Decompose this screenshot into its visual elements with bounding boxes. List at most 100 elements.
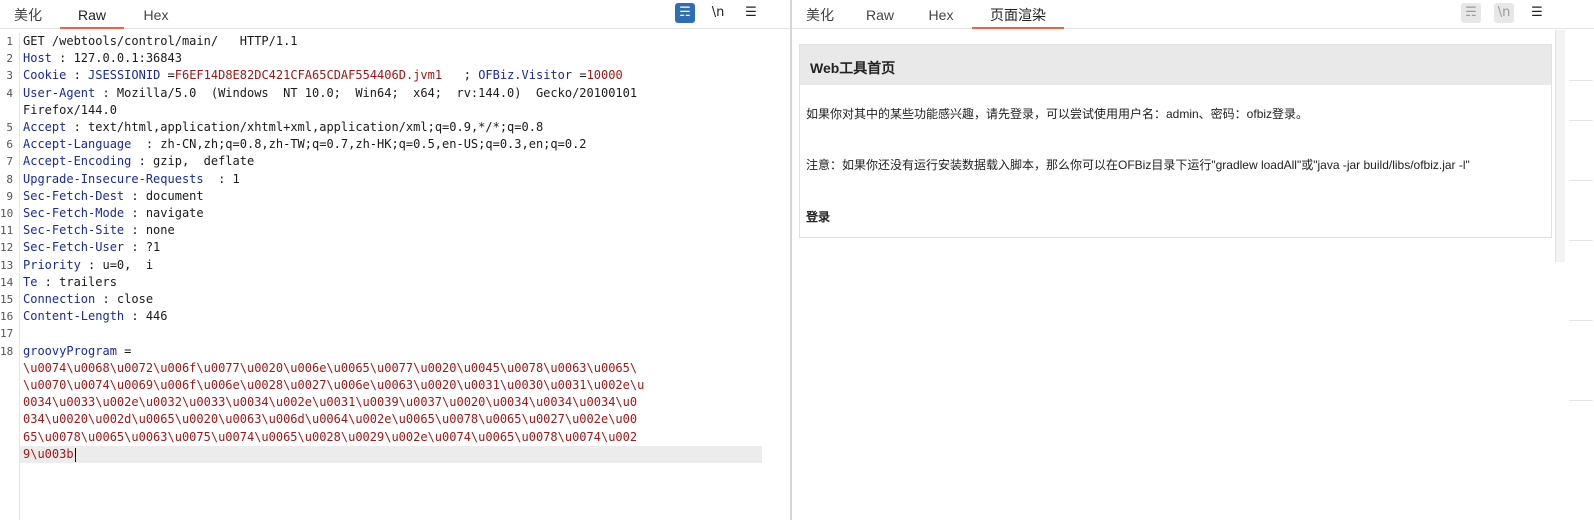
line-number: 3 <box>6 69 13 82</box>
tab-raw[interactable]: Raw <box>852 0 908 28</box>
line-number: 14 <box>0 276 14 289</box>
token-cname: OFBiz.Visitor <box>478 68 573 82</box>
response-tab-bar: 美化 Raw Hex 页面渲染 ☴ \n ☰ <box>792 0 1594 29</box>
line-number: 12 <box>0 241 14 254</box>
token-text: : navigate <box>124 206 204 220</box>
raw-request-editor[interactable]: 1 2 3 4 5 6 7 8 9 10 11 12 13 14 15 16 17 18 GET /webtool… <box>0 33 790 520</box>
token-text: GET /webtools/control/main/ HTTP/1.1 <box>23 34 298 48</box>
token-text: : <box>66 68 89 82</box>
code-line[interactable]: Priority : u=0, i <box>23 257 153 274</box>
code-line[interactable]: Sec-Fetch-Mode : navigate <box>23 205 204 222</box>
token-text: : 1 <box>203 172 240 186</box>
code-line[interactable]: Sec-Fetch-Dest : document <box>23 188 204 205</box>
show-newlines-button[interactable]: \n <box>708 3 728 23</box>
page-title: Web工具首页 <box>810 60 896 76</box>
token-text: : document <box>124 189 204 203</box>
code-line[interactable]: User-Agent : Mozilla/5.0 (Windows NT 10.… <box>23 85 637 102</box>
token-text: : text/html,application/xhtml+xml,applic… <box>66 120 544 134</box>
code-line[interactable]: Host : 127.0.0.1:36843 <box>23 50 182 67</box>
line-number: 13 <box>0 259 14 272</box>
code-line[interactable]: Cookie : JSESSIONID =F6EF14D8E82DC421CFA… <box>23 67 623 84</box>
token-text: : Mozilla/5.0 (Windows NT 10.0; Win64; x… <box>95 86 638 100</box>
line-number <box>0 429 13 446</box>
code-line[interactable]: 034\u0020\u002d\u0065\u0020\u0063\u006d\… <box>23 411 637 428</box>
token-red: \u0074\u0068\u0072\u006f\u0077\u0020\u00… <box>23 361 638 375</box>
token-hname: Sec-Fetch-User <box>23 240 125 254</box>
response-render-pane: 美化 Raw Hex 页面渲染 ☴ \n ☰ Web工具首页 如果你对其中的某些… <box>791 0 1594 520</box>
token-red: 65\u0078\u0065\u0063\u0075\u0074\u0065\u… <box>23 430 638 444</box>
token-hname: Priority <box>23 258 81 272</box>
code-line[interactable]: Sec-Fetch-User : ?1 <box>23 239 160 256</box>
token-hname: Sec-Fetch-Mode <box>23 206 125 220</box>
token-text: : trailers <box>37 275 117 289</box>
token-text: ; <box>442 68 479 82</box>
code-line[interactable]: Te : trailers <box>23 274 117 291</box>
tab-pretty[interactable]: 美化 <box>4 0 52 28</box>
menu-icon[interactable]: ☰ <box>741 3 761 23</box>
code-line[interactable]: Content-Length : 446 <box>23 308 168 325</box>
right-edge-dividers <box>1569 40 1593 460</box>
wrap-lines-icon[interactable]: ☴ <box>675 3 695 23</box>
code-line[interactable]: Sec-Fetch-Site : none <box>23 222 175 239</box>
token-text: : ?1 <box>124 240 161 254</box>
token-hname: Host <box>23 51 52 65</box>
line-number: 10 <box>0 207 14 220</box>
code-line[interactable]: Accept-Encoding : gzip, deflate <box>23 153 254 170</box>
token-red: \u0070\u0074\u0069\u006f\u006e\u0028\u00… <box>23 378 645 392</box>
token-hname: User-Agent <box>23 86 96 100</box>
line-number <box>0 360 13 377</box>
show-newlines-button[interactable]: \n <box>1494 3 1514 23</box>
text-caret <box>74 447 76 462</box>
token-hname: Sec-Fetch-Dest <box>23 189 125 203</box>
code-line[interactable]: GET /webtools/control/main/ HTTP/1.1 <box>23 33 298 50</box>
code-line[interactable]: 0034\u0033\u002e\u0032\u0033\u0034\u002e… <box>23 394 637 411</box>
token-hname: Accept <box>23 120 67 134</box>
code-line[interactable]: Firefox/144.0 <box>23 102 117 119</box>
token-text: : none <box>124 223 175 237</box>
login-hint-text: 如果你对其中的某些功能感兴趣，请先登录，可以尝试使用用户名：admin、密码：o… <box>806 107 1309 121</box>
token-text: : u=0, i <box>80 258 154 272</box>
code-line[interactable]: \u0070\u0074\u0069\u006f\u006e\u0028\u00… <box>23 377 644 394</box>
token-text: : gzip, deflate <box>131 154 255 168</box>
code-line[interactable]: Connection : close <box>23 291 153 308</box>
tab-page-render[interactable]: 页面渲染 <box>972 0 1064 29</box>
token-hname: Te <box>23 275 38 289</box>
token-text: : 127.0.0.1:36843 <box>51 51 182 65</box>
code-line[interactable]: 65\u0078\u0065\u0063\u0075\u0074\u0065\u… <box>23 429 637 446</box>
token-hname: Sec-Fetch-Site <box>23 223 125 237</box>
tab-raw[interactable]: Raw <box>60 0 124 29</box>
line-number-gutter: 1 2 3 4 5 6 7 8 9 10 11 12 13 14 15 16 17 18 <box>0 33 20 520</box>
wrap-lines-icon[interactable]: ☴ <box>1461 3 1481 23</box>
line-number: 5 <box>6 121 13 134</box>
code-line[interactable]: Accept-Language : zh-CN,zh;q=0.8,zh-TW;q… <box>23 136 587 153</box>
tab-hex[interactable]: Hex <box>914 0 968 28</box>
code-line[interactable]: groovyProgram = <box>23 343 131 360</box>
code-line[interactable]: Upgrade-Insecure-Requests : 1 <box>23 171 240 188</box>
token-text: Firefox/144.0 <box>23 103 117 117</box>
line-number <box>0 411 13 428</box>
line-number: 17 <box>0 327 14 340</box>
line-number: 6 <box>6 138 13 151</box>
line-number: 7 <box>6 155 13 168</box>
login-link[interactable]: 登录 <box>806 208 830 225</box>
token-hname: Connection <box>23 292 96 306</box>
page-header: Web工具首页 <box>800 45 1551 85</box>
token-text: = <box>116 344 132 358</box>
token-red: 034\u0020\u002d\u0065\u0020\u0063\u006d\… <box>23 412 638 426</box>
code-line[interactable]: Accept : text/html,application/xhtml+xml… <box>23 119 543 136</box>
token-hname: groovyProgram <box>23 344 117 358</box>
render-scrollbar[interactable] <box>1555 30 1565 262</box>
code-line[interactable]: \u0074\u0068\u0072\u006f\u0077\u0020\u00… <box>23 360 637 377</box>
token-text: : close <box>95 292 154 306</box>
tab-pretty[interactable]: 美化 <box>796 0 844 28</box>
tab-hex[interactable]: Hex <box>128 0 184 28</box>
menu-icon[interactable]: ☰ <box>1527 3 1547 23</box>
data-load-note-text: 注意：如果你还没有运行安装数据载入脚本，那么你可以在OFBiz目录下运行"gra… <box>806 158 1470 172</box>
token-red: 10000 <box>586 68 623 82</box>
line-number: 8 <box>6 173 13 186</box>
line-number: 16 <box>0 310 14 323</box>
active-line-highlight <box>19 446 762 463</box>
request-tab-bar: 美化 Raw Hex ☴ \n ☰ <box>0 0 790 29</box>
token-text: = <box>572 68 587 82</box>
code-line[interactable]: 9\u003b <box>23 446 76 463</box>
